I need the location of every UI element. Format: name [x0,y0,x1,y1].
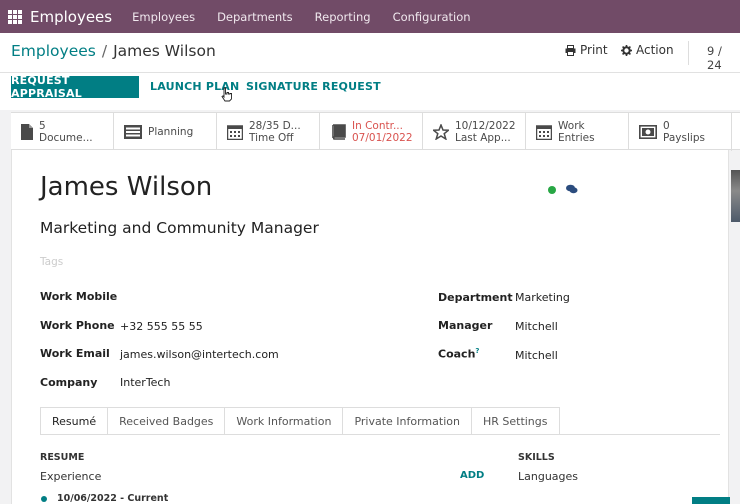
tab-private-information[interactable]: Private Information [342,407,472,435]
employee-name-field[interactable]: James Wilson [40,172,212,202]
resume-line-date: 10/06/2022 - Current [57,493,169,504]
smart-button-label: 07/01/2022 [352,132,413,144]
timeline-dot-icon [41,496,47,502]
manager-field[interactable]: Mitchell [515,320,558,333]
smart-button-label: Time Off [249,132,294,144]
action-button[interactable]: Action [621,43,674,57]
money-icon [639,125,657,139]
smart-button-label: Docume... [39,132,93,144]
experience-heading: Experience [40,470,102,483]
hand-cursor-icon [221,87,232,102]
coach-label-text: Coach [438,347,476,361]
tab-resume[interactable]: Resumé [40,407,109,435]
help-tooltip-icon[interactable]: ? [475,347,479,355]
chat-icon[interactable] [566,184,578,195]
action-label: Action [636,43,674,57]
tabs-divider [40,434,720,435]
tab-hr-settings[interactable]: HR Settings [470,407,560,435]
nav-item-employees[interactable]: Employees [132,10,195,24]
skills-section-title: SKILLS [518,452,555,463]
employee-form-sheet: James Wilson Marketing and Community Man… [11,150,730,504]
calendar-icon [227,125,243,140]
manager-label: Manager [438,319,493,332]
star-icon [433,124,449,140]
request-appraisal-button[interactable]: REQUEST APPRAISAL [11,74,139,100]
smart-button-label: Planning [148,126,194,138]
printer-icon [565,44,576,56]
coach-label: Coach? [438,347,479,361]
toolbar-divider [688,41,689,65]
smart-button-label: Payslips [663,132,705,144]
signature-request-button[interactable]: SIGNATURE REQUEST [246,80,381,93]
work-mobile-label: Work Mobile [40,290,118,303]
job-title-field[interactable]: Marketing and Community Manager [40,219,319,237]
department-field[interactable]: Marketing [515,291,570,304]
smart-button-time-off[interactable]: 28/35 D... Time Off [217,113,320,151]
smart-button-label: Entries [558,132,595,144]
nav-item-configuration[interactable]: Configuration [393,10,471,24]
skill-progress-bar [692,497,730,504]
print-label: Print [580,43,608,57]
work-phone-label: Work Phone [40,319,115,332]
smart-button-value: 10/12/2022 [455,120,516,132]
record-pager[interactable]: 9 / 24 [707,44,740,72]
smart-button-value: Work [558,120,585,132]
gear-icon [621,44,632,56]
planning-icon [124,125,142,139]
work-email-field[interactable]: james.wilson@intertech.com [120,348,279,361]
add-resume-line-button[interactable]: ADD [460,470,484,481]
app-brand[interactable]: Employees [30,8,112,26]
apps-menu-icon[interactable] [8,9,22,24]
smart-button-documents[interactable]: 5 Docume... [11,113,114,151]
work-email-label: Work Email [40,347,110,360]
book-icon [332,124,346,140]
tab-work-information[interactable]: Work Information [224,407,344,435]
tags-input[interactable]: Tags [40,256,63,268]
document-icon [21,124,33,140]
action-bar: REQUEST APPRAISAL LAUNCH PLAN SIGNATURE … [0,73,740,110]
department-label: Department [438,291,513,304]
top-navbar: Employees Employees Departments Reportin… [0,0,740,33]
calendar-icon [536,125,552,140]
print-button[interactable]: Print [565,43,608,57]
breadcrumb-parent-link[interactable]: Employees [11,42,96,60]
resume-section-title: RESUME [40,452,85,463]
breadcrumb-current: James Wilson [113,42,216,60]
nav-item-reporting[interactable]: Reporting [315,10,371,24]
smart-button-value: 28/35 D... [249,120,301,132]
tab-received-badges[interactable]: Received Badges [107,407,226,435]
smart-button-label: Last App... [455,132,511,144]
smart-button-value: 0 [663,120,670,132]
smart-button-value: In Contr... [352,120,403,132]
company-label: Company [40,376,98,389]
company-field[interactable]: InterTech [120,376,170,389]
smart-button-contract[interactable]: In Contr... 07/01/2022 [320,113,423,151]
smart-button-appraisal[interactable]: 10/12/2022 Last App... [423,113,526,151]
coach-field[interactable]: Mitchell [515,349,558,362]
smart-button-payslips[interactable]: 0 Payslips [629,113,732,151]
presence-status-icon [548,186,556,194]
form-tabs: Resumé Received Badges Work Information … [40,407,560,435]
languages-heading: Languages [518,470,579,483]
smart-button-work-entries[interactable]: Work Entries [526,113,629,151]
employee-photo[interactable] [731,170,740,222]
nav-item-departments[interactable]: Departments [217,10,293,24]
control-panel: Employees / James Wilson Print Action 9 / … [0,33,740,73]
smart-button-planning[interactable]: Planning [114,113,217,151]
breadcrumb: Employees / James Wilson [11,42,216,60]
smart-button-value: 5 [39,120,46,132]
work-phone-field[interactable]: +32 555 55 55 [120,320,203,333]
breadcrumb-separator: / [101,42,108,60]
smart-buttons-bar: 5 Docume... Planning 28/35 D... Time Off I… [11,112,740,151]
